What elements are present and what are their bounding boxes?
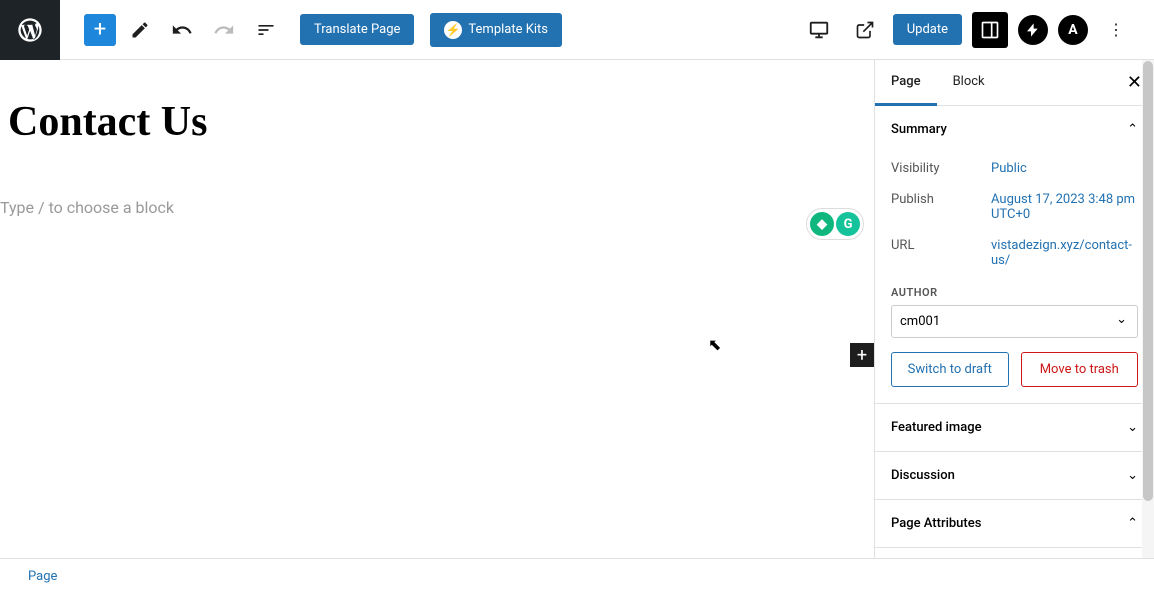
tab-page[interactable]: Page [875, 60, 937, 106]
shield-icon: ◆ [810, 212, 834, 236]
scrollbar[interactable] [1142, 60, 1154, 558]
sidebar-tabs: Page Block ✕ [875, 60, 1154, 106]
toolbar-right: Update A ⋮ [801, 12, 1154, 48]
more-options-icon[interactable]: ⋮ [1098, 12, 1134, 48]
grammarly-widget[interactable]: ◆ G [806, 208, 864, 240]
author-label: AUTHOR [891, 286, 1138, 299]
lightning-icon: ⚡ [444, 21, 462, 39]
wordpress-logo[interactable] [0, 0, 60, 60]
chevron-down-icon: ⌄ [1127, 468, 1138, 483]
footer-breadcrumb: Page [0, 558, 1154, 593]
visibility-value[interactable]: Public [991, 161, 1138, 176]
toolbar-left: + Translate Page ⚡ Template Kits [60, 12, 562, 48]
undo-icon[interactable] [164, 12, 200, 48]
top-bar: + Translate Page ⚡ Template Kits Update … [0, 0, 1154, 60]
page-attributes-title: Page Attributes [891, 516, 981, 531]
author-value: cm001 [900, 314, 940, 329]
move-to-trash-button[interactable]: Move to trash [1021, 352, 1139, 387]
switch-to-draft-button[interactable]: Switch to draft [891, 352, 1009, 387]
visibility-label: Visibility [891, 161, 991, 176]
featured-image-title: Featured image [891, 420, 982, 435]
cursor-icon: ⬉ [708, 335, 721, 354]
panel-summary-header[interactable]: Summary ⌃ [875, 106, 1154, 153]
template-kits-button[interactable]: ⚡ Template Kits [430, 13, 562, 47]
summary-title: Summary [891, 122, 947, 137]
settings-sidebar: Page Block ✕ Summary ⌃ Visibility Public… [874, 60, 1154, 558]
document-overview-icon[interactable] [248, 12, 284, 48]
translate-label: Translate Page [314, 22, 400, 37]
main-area: Contact Us Type / to choose a block ◆ G … [0, 60, 1154, 558]
panel-featured-image-header[interactable]: Featured image ⌄ [875, 404, 1154, 451]
panel-discussion-header[interactable]: Discussion ⌄ [875, 452, 1154, 499]
publish-label: Publish [891, 192, 991, 222]
summary-body: Visibility Public Publish August 17, 202… [875, 153, 1154, 403]
tab-block[interactable]: Block [937, 60, 1001, 105]
block-placeholder[interactable]: Type / to choose a block [0, 146, 874, 217]
redo-icon [206, 12, 242, 48]
editor-canvas[interactable]: Contact Us Type / to choose a block ◆ G … [0, 60, 874, 558]
external-link-icon[interactable] [847, 12, 883, 48]
sidebar-toggle-icon[interactable] [972, 12, 1008, 48]
panel-discussion: Discussion ⌄ [875, 452, 1154, 500]
panel-summary: Summary ⌃ Visibility Public Publish Augu… [875, 106, 1154, 404]
inline-add-block-button[interactable]: + [850, 343, 874, 367]
panel-featured-image: Featured image ⌄ [875, 404, 1154, 452]
panel-page-attributes: Page Attributes ⌃ [875, 500, 1154, 548]
preview-desktop-icon[interactable] [801, 12, 837, 48]
chevron-up-icon: ⌃ [1127, 122, 1138, 137]
url-label: URL [891, 238, 991, 268]
scrollbar-thumb[interactable] [1143, 61, 1153, 501]
breadcrumb-page[interactable]: Page [28, 569, 57, 584]
page-title[interactable]: Contact Us [0, 60, 874, 146]
chevron-down-icon: ⌄ [1127, 420, 1138, 435]
chevron-up-icon: ⌃ [1127, 516, 1138, 531]
template-kits-label: Template Kits [468, 22, 548, 37]
panel-page-attributes-header[interactable]: Page Attributes ⌃ [875, 500, 1154, 547]
publish-value[interactable]: August 17, 2023 3:48 pm UTC+0 [991, 192, 1138, 222]
edit-tool-icon[interactable] [122, 12, 158, 48]
yoast-icon[interactable] [1018, 15, 1048, 45]
discussion-title: Discussion [891, 468, 955, 483]
add-block-toggle[interactable]: + [84, 14, 116, 46]
author-select[interactable]: cm001 [891, 305, 1138, 338]
url-value[interactable]: vistadezign.xyz/contact-us/ [991, 238, 1138, 268]
close-sidebar-icon[interactable]: ✕ [1127, 72, 1142, 93]
update-label: Update [907, 22, 948, 37]
astra-icon[interactable]: A [1058, 15, 1088, 45]
translate-page-button[interactable]: Translate Page [300, 14, 414, 45]
update-button[interactable]: Update [893, 14, 962, 45]
grammarly-icon: G [836, 212, 860, 236]
